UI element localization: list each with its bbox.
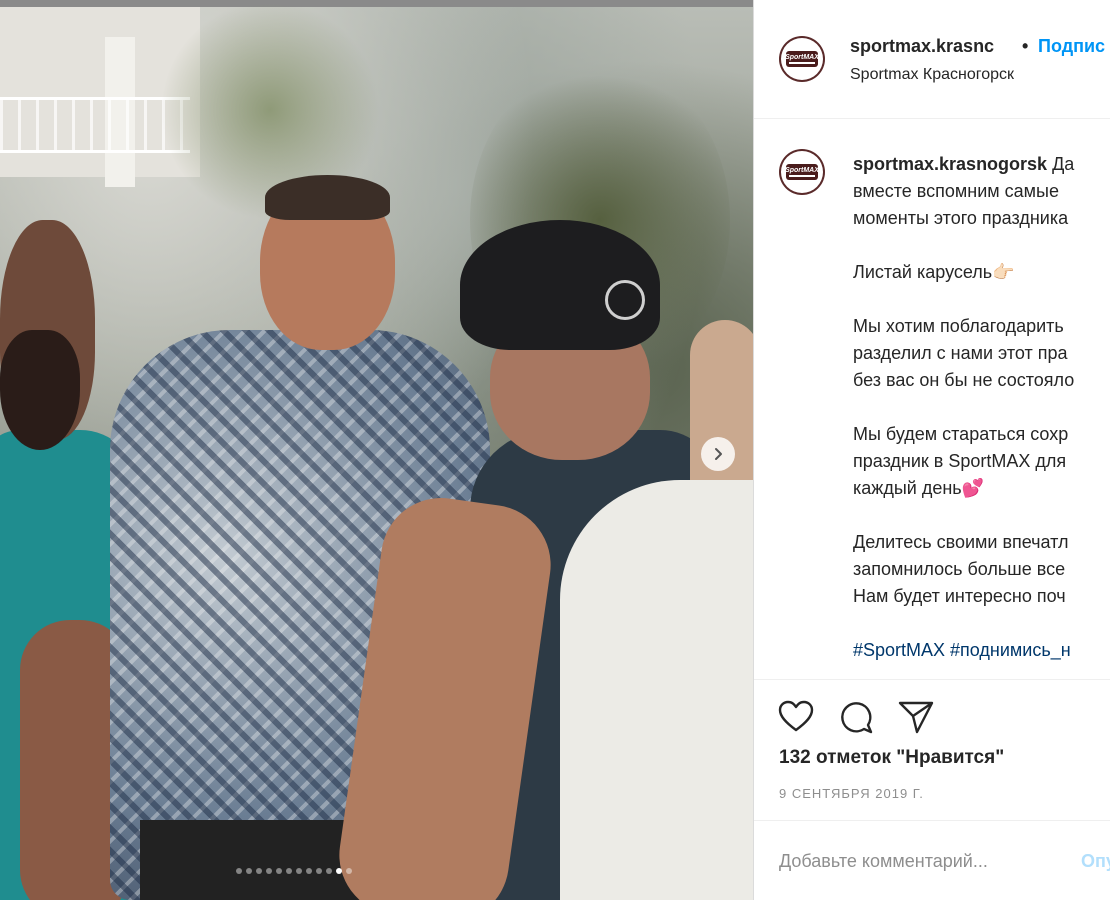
person-right-white bbox=[560, 480, 753, 900]
caption-line: Делитесь своими впечатл bbox=[853, 532, 1069, 552]
post-actions: 132 отметок "Нравится" 9 СЕНТЯБРЯ 2019 Г… bbox=[754, 679, 1110, 820]
carousel-dot bbox=[296, 868, 302, 874]
caption-line: без вас он бы не состояло bbox=[853, 370, 1075, 390]
follow-button[interactable]: Подпис bbox=[1038, 36, 1105, 57]
caption-line: Мы хотим поблагодарить bbox=[853, 316, 1064, 336]
chevron-right-icon bbox=[715, 448, 722, 460]
carousel-dot bbox=[256, 868, 262, 874]
carousel-dot bbox=[336, 868, 342, 874]
share-button[interactable] bbox=[897, 698, 935, 736]
avatar[interactable]: SportMAX bbox=[779, 36, 825, 82]
carousel-dot bbox=[346, 868, 352, 874]
share-icon bbox=[898, 701, 934, 734]
caption-hashtags[interactable]: #SportMAX #поднимись_н bbox=[853, 637, 1110, 664]
caption-line: разделил с нами этот пра bbox=[853, 343, 1068, 363]
post-comment-button[interactable]: Опу bbox=[1081, 851, 1110, 872]
comment-button[interactable] bbox=[837, 698, 875, 736]
caption-line: праздник в SportMAX для bbox=[853, 451, 1067, 471]
header-separator: • bbox=[1022, 36, 1029, 56]
comment-box: Добавьте комментарий... Опу bbox=[754, 820, 1110, 901]
carousel-dot bbox=[246, 868, 252, 874]
heart-icon bbox=[778, 700, 814, 732]
carousel-dot bbox=[316, 868, 322, 874]
carousel-dot bbox=[326, 868, 332, 874]
sportmax-logo: SportMAX bbox=[785, 51, 819, 67]
post-photo[interactable] bbox=[0, 0, 753, 900]
post-side-panel: SportMAX sportmax.krasnc • Подпис Sportm… bbox=[753, 0, 1110, 900]
carousel-dot bbox=[276, 868, 282, 874]
caption-username[interactable]: sportmax.krasnogorsk bbox=[853, 154, 1047, 174]
comment-icon bbox=[841, 702, 873, 734]
caption-line: Мы будем стараться сохр bbox=[853, 424, 1069, 444]
caption-avatar[interactable]: SportMAX bbox=[779, 149, 825, 195]
like-button[interactable] bbox=[777, 698, 815, 736]
post-caption: SportMAX sportmax.krasnogorsk Да вместе … bbox=[754, 119, 1110, 679]
caption-line: Листай карусель👉🏻 bbox=[853, 262, 1015, 282]
browser-top-edge bbox=[0, 0, 753, 7]
post-header: SportMAX sportmax.krasnc • Подпис Sportm… bbox=[754, 0, 1110, 119]
header-username[interactable]: sportmax.krasnc bbox=[850, 36, 1020, 57]
caption-line: запомнилось больше все bbox=[853, 559, 1066, 579]
carousel-dot bbox=[236, 868, 242, 874]
carousel-dot bbox=[306, 868, 312, 874]
carousel-dots bbox=[236, 868, 352, 874]
carousel-dot bbox=[286, 868, 292, 874]
post-date[interactable]: 9 СЕНТЯБРЯ 2019 Г. bbox=[779, 786, 924, 801]
likes-count[interactable]: 132 отметок "Нравится" bbox=[779, 747, 1004, 769]
comment-input[interactable]: Добавьте комментарий... bbox=[779, 851, 988, 872]
caption-line: Да bbox=[1052, 154, 1075, 174]
caption-line: моменты этого праздника bbox=[853, 208, 1069, 228]
caption-line: вместе вспомним самые bbox=[853, 181, 1059, 201]
caption-line: Нам будет интересно поч bbox=[853, 586, 1066, 606]
sportmax-logo: SportMAX bbox=[785, 164, 819, 180]
location-link[interactable]: Sportmax Красногорск bbox=[850, 66, 1014, 84]
caption-body: sportmax.krasnogorsk Да вместе вспомним … bbox=[853, 151, 1110, 664]
caption-line: каждый день💕 bbox=[853, 478, 985, 498]
carousel-dot bbox=[266, 868, 272, 874]
carousel-next-button[interactable] bbox=[701, 437, 735, 471]
